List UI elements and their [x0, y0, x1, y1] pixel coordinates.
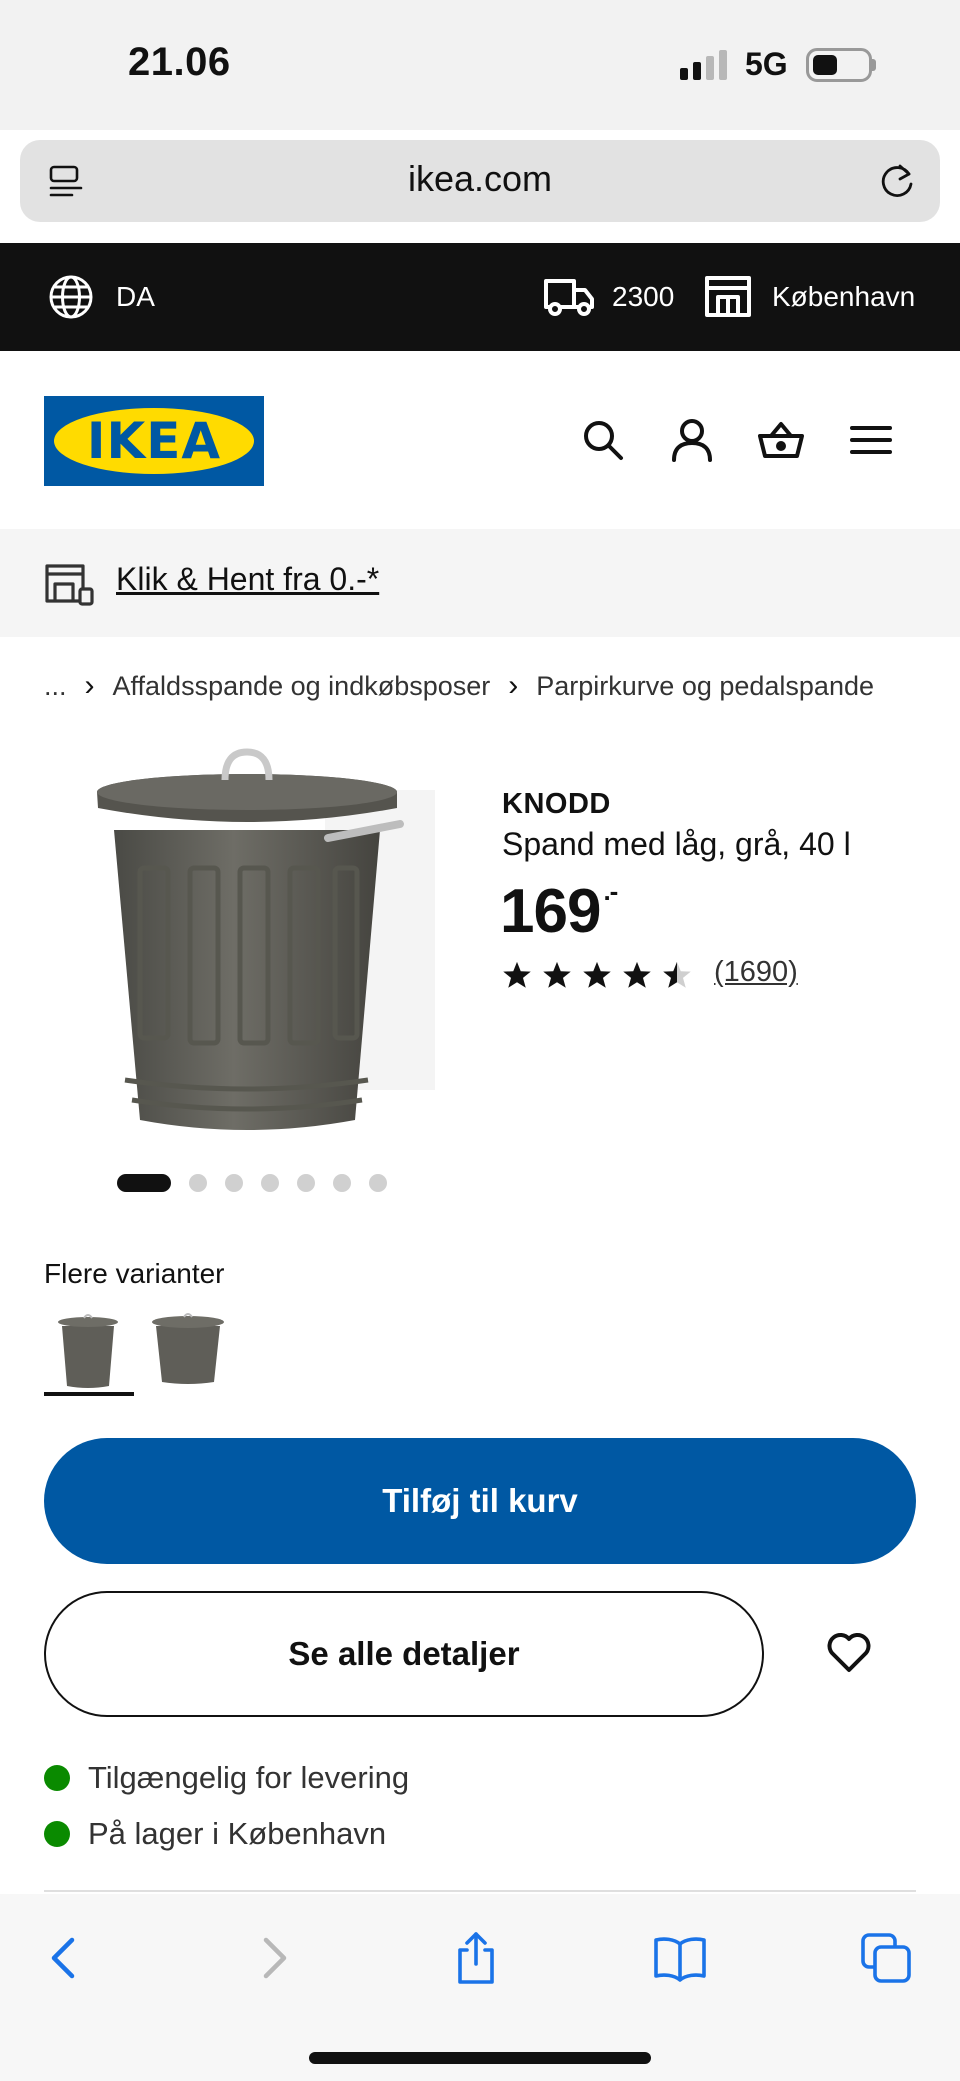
add-to-cart-button[interactable]: Tilføj til kurv — [44, 1438, 916, 1564]
battery-icon — [806, 48, 872, 82]
carousel-dot[interactable] — [225, 1174, 243, 1192]
status-bar: 21.06 5G — [0, 0, 960, 130]
product-price: 169 .- — [500, 876, 618, 946]
basket-icon[interactable] — [757, 416, 805, 464]
status-dot-icon — [44, 1821, 70, 1847]
carousel-dot[interactable] — [117, 1174, 171, 1192]
click-collect-link[interactable]: Klik & Hent fra 0.-* — [116, 561, 379, 598]
star-icon — [583, 961, 611, 988]
variant-thumbnail-selected[interactable] — [44, 1304, 132, 1394]
product-description: Spand med låg, grå, 40 l — [502, 826, 851, 862]
breadcrumb-more[interactable]: ... — [44, 671, 67, 702]
half-star-icon — [663, 961, 691, 988]
favorite-heart-icon[interactable] — [826, 1630, 872, 1674]
breadcrumb: ... › Affaldsspande og indkøbsposer › Pa… — [44, 666, 874, 706]
url-text[interactable]: ikea.com — [20, 158, 940, 200]
review-count-link[interactable]: (1690) — [714, 956, 798, 989]
product-image[interactable] — [80, 740, 460, 1160]
variant-thumbnail[interactable] — [144, 1304, 232, 1394]
image-carousel-dots[interactable] — [117, 1174, 387, 1192]
tabs-icon[interactable] — [858, 1930, 914, 1986]
carousel-dot[interactable] — [333, 1174, 351, 1192]
star-icon — [503, 961, 531, 988]
bookmarks-icon[interactable] — [652, 1930, 708, 1986]
breadcrumb-item[interactable]: Affaldsspande og indkøbsposer — [113, 671, 491, 702]
availability-store: På lager i København — [44, 1816, 386, 1852]
carousel-dot[interactable] — [369, 1174, 387, 1192]
rating-stars[interactable] — [502, 960, 692, 990]
status-dot-icon — [44, 1765, 70, 1791]
browser-toolbar — [0, 1894, 960, 2081]
home-indicator — [309, 2052, 651, 2064]
address-bar[interactable]: ikea.com — [20, 140, 940, 222]
location-strip: DA 2300 København — [0, 243, 960, 351]
click-collect-banner: Klik & Hent fra 0.-* — [0, 529, 960, 637]
delivery-truck-icon[interactable] — [543, 273, 595, 319]
variant-selected-indicator — [44, 1392, 134, 1396]
carousel-dot[interactable] — [261, 1174, 279, 1192]
ikea-logo[interactable]: IKEA — [44, 396, 264, 486]
click-collect-icon — [45, 564, 94, 606]
search-icon[interactable] — [579, 416, 627, 464]
signal-icon — [680, 50, 727, 80]
see-details-button[interactable]: Se alle detaljer — [44, 1591, 764, 1717]
account-icon[interactable] — [668, 416, 716, 464]
globe-icon[interactable] — [48, 274, 94, 320]
star-icon — [543, 961, 571, 988]
forward-icon[interactable] — [246, 1930, 302, 1986]
store-selector[interactable]: København — [772, 281, 915, 313]
chevron-right-icon: › — [508, 669, 519, 702]
product-name: KNODD — [502, 788, 611, 820]
site-header: IKEA — [0, 351, 960, 529]
variants-label: Flere varianter — [44, 1258, 225, 1289]
reload-icon[interactable] — [876, 160, 918, 202]
back-icon[interactable] — [36, 1930, 92, 1986]
availability-delivery: Tilgængelig for levering — [44, 1760, 409, 1796]
carousel-dot[interactable] — [297, 1174, 315, 1192]
chevron-right-icon: › — [84, 669, 95, 702]
breadcrumb-item[interactable]: Parpirkurve og pedalspande — [536, 671, 874, 702]
share-icon[interactable] — [448, 1930, 504, 1986]
carousel-dot[interactable] — [189, 1174, 207, 1192]
divider — [44, 1890, 916, 1892]
status-time: 21.06 — [128, 40, 231, 84]
menu-icon[interactable] — [847, 416, 895, 464]
store-icon[interactable] — [704, 273, 752, 319]
network-label: 5G — [745, 46, 788, 82]
language-selector[interactable]: DA — [116, 281, 155, 313]
star-icon — [623, 961, 651, 988]
postal-code[interactable]: 2300 — [612, 281, 674, 313]
